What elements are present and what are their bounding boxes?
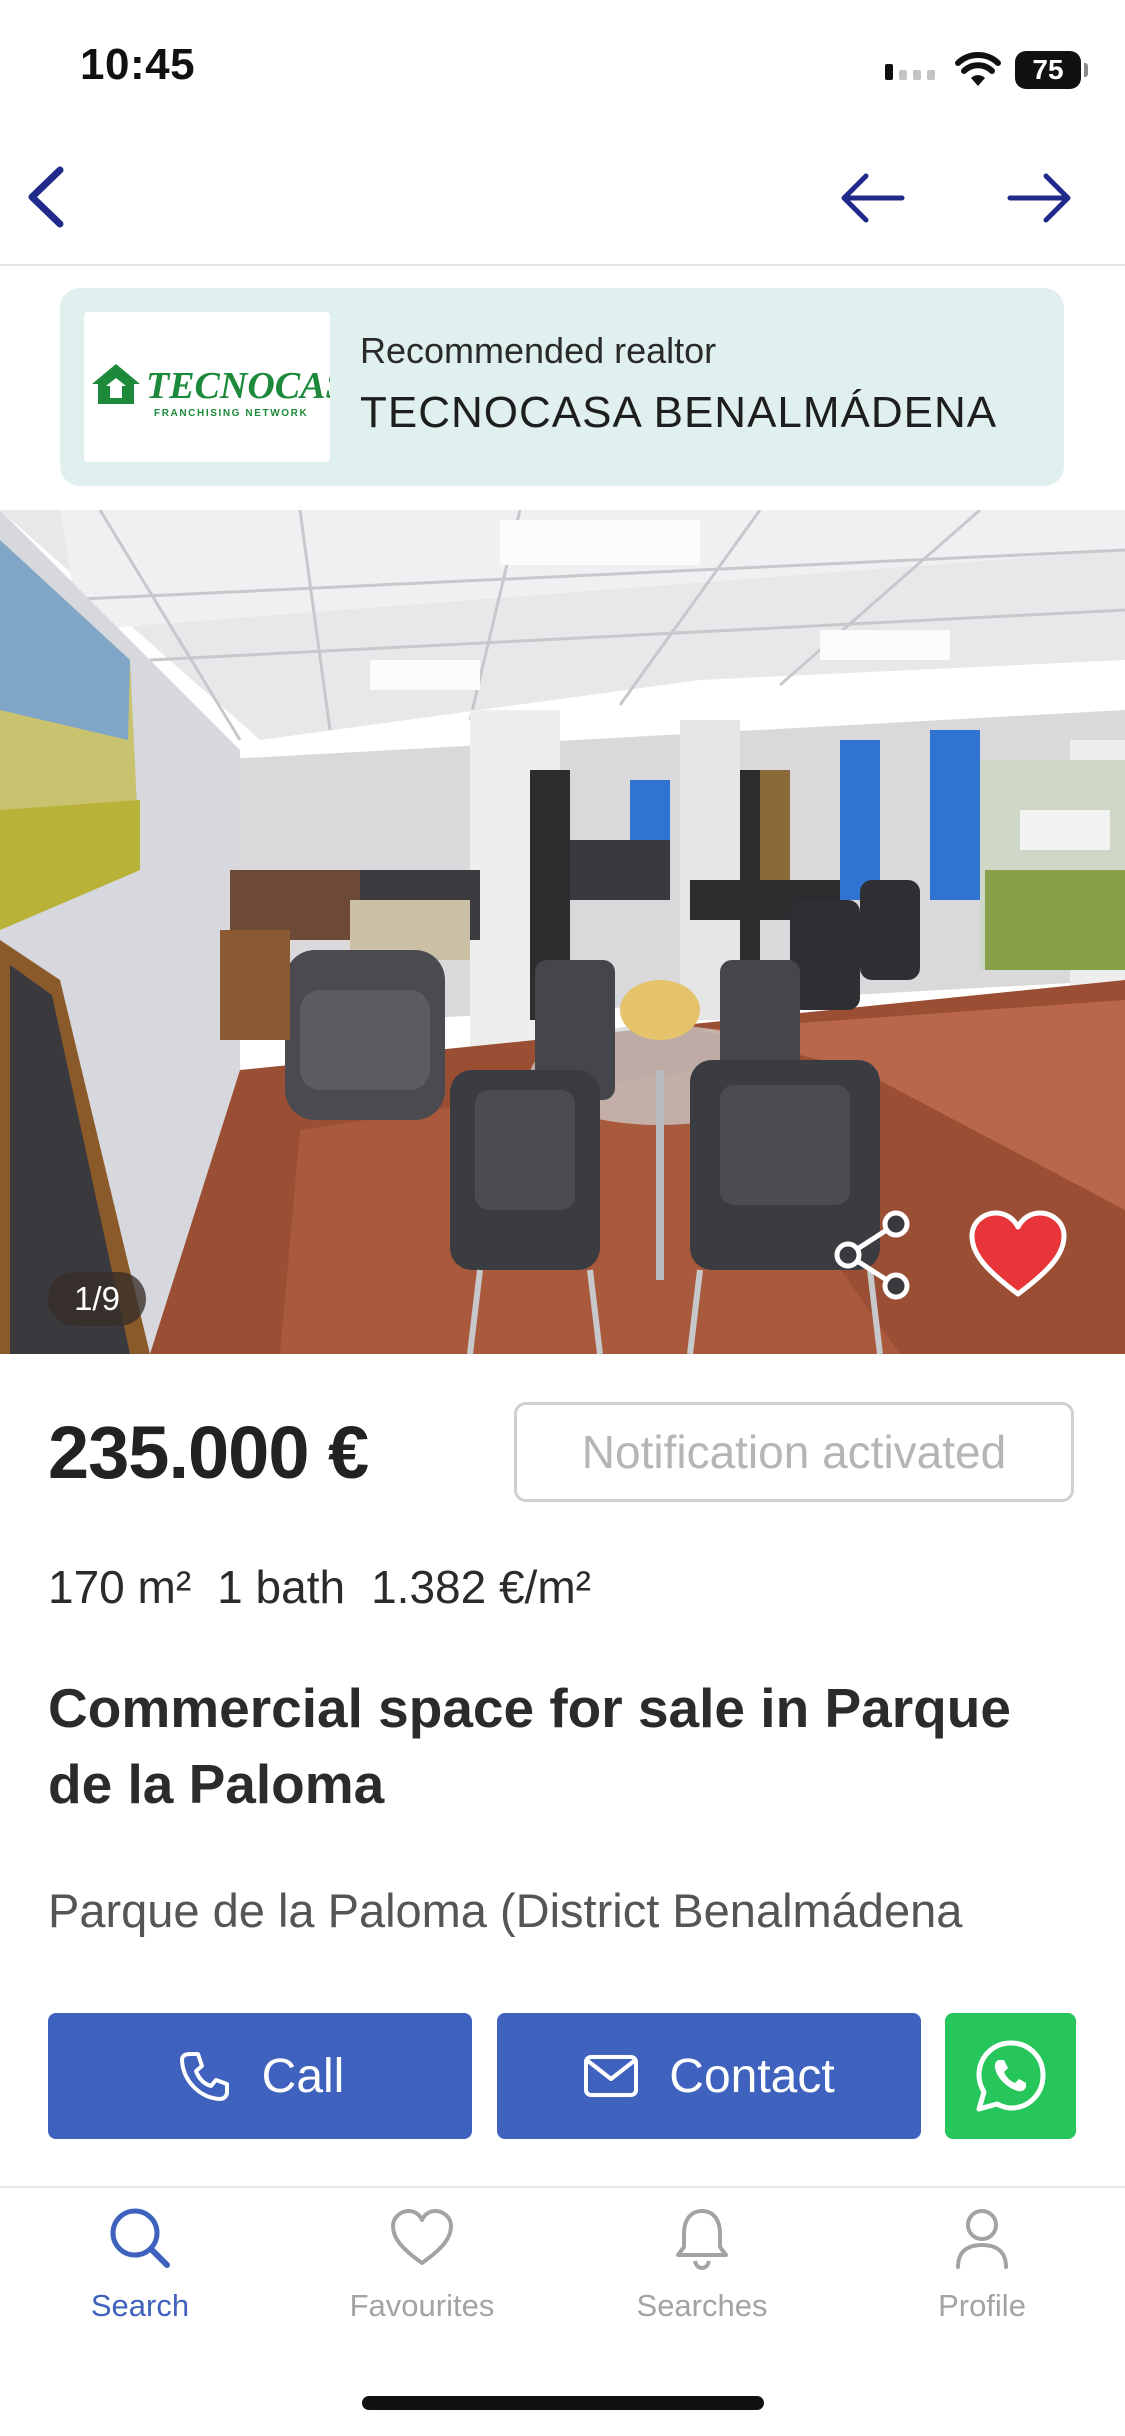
tab-searches[interactable]: Searches (602, 2200, 802, 2330)
tab-favourites-label: Favourites (349, 2288, 495, 2323)
photo-counter: 1/9 (48, 1272, 146, 1326)
battery-level: 75 (1032, 54, 1064, 85)
status-time: 10:45 (80, 40, 196, 89)
next-listing-button[interactable] (1004, 168, 1074, 228)
call-button-label: Call (261, 2049, 345, 2103)
contact-button[interactable]: Contact (497, 2013, 921, 2139)
office-interior-photo (0, 510, 1125, 1354)
contact-button-label: Contact (669, 2049, 835, 2103)
realtor-logo-text: TECNOCASA (146, 365, 330, 407)
previous-listing-button[interactable] (838, 168, 908, 228)
listing-title: Commercial space for sale in Parque de l… (48, 1677, 1011, 1815)
chevron-left-icon (28, 166, 64, 228)
heart-outline-icon (391, 2209, 453, 2265)
listing-photo[interactable]: 1/9 (0, 510, 1125, 1354)
envelope-icon (584, 2055, 639, 2097)
spec-area: 170 m² (48, 1561, 192, 1613)
status-icons: 75 (885, 48, 1088, 92)
phone-icon (179, 2052, 229, 2101)
spec-price-per-m2: 1.382 €/m² (371, 1561, 591, 1613)
realtor-logo: TECNOCASA FRANCHISING NETWORK (84, 312, 372, 462)
realtor-kicker: Recommended realtor (360, 330, 717, 371)
arrow-right-icon (1007, 173, 1071, 223)
tab-searches-label: Searches (636, 2288, 768, 2323)
tab-favourites[interactable]: Favourites (322, 2200, 522, 2330)
tab-search[interactable]: Search (40, 2200, 240, 2330)
share-button[interactable] (830, 1210, 916, 1300)
tab-bar-divider (0, 2186, 1125, 2188)
signal-icon (885, 64, 935, 80)
person-icon (956, 2209, 1008, 2269)
listing-address[interactable]: Parque de la Paloma (District Benalmáden… (48, 1873, 1078, 1965)
realtor-logo-subtext: FRANCHISING NETWORK (154, 408, 308, 419)
recommended-realtor-banner[interactable]: TECNOCASA FRANCHISING NETWORK Recommende… (60, 288, 1064, 486)
battery-icon: 75 (1015, 51, 1088, 89)
realtor-name: TECNOCASA BENALMÁDENA (360, 388, 998, 437)
bell-icon (676, 2209, 728, 2271)
search-icon (110, 2208, 170, 2268)
heart-filled-icon (969, 1210, 1067, 1297)
whatsapp-icon (976, 2040, 1045, 2112)
spec-baths: 1 bath (217, 1561, 346, 1613)
call-button[interactable]: Call (48, 2013, 472, 2139)
wifi-icon (955, 52, 1001, 86)
listing-price: 235.000 € (48, 1411, 369, 1494)
nav-divider (0, 264, 1125, 266)
home-indicator (362, 2396, 764, 2410)
tab-profile[interactable]: Profile (882, 2200, 1082, 2330)
whatsapp-button[interactable] (945, 2013, 1076, 2139)
favourite-button[interactable] (968, 1210, 1068, 1300)
share-icon (834, 1210, 910, 1300)
back-button[interactable] (22, 162, 70, 232)
listing-specs: 170 m² 1 bath 1.382 €/m² (48, 1560, 591, 1614)
notification-button[interactable]: Notification activated (514, 1402, 1074, 1502)
tab-profile-label: Profile (938, 2288, 1026, 2323)
tab-search-label: Search (90, 2288, 190, 2323)
arrow-left-icon (841, 173, 905, 223)
